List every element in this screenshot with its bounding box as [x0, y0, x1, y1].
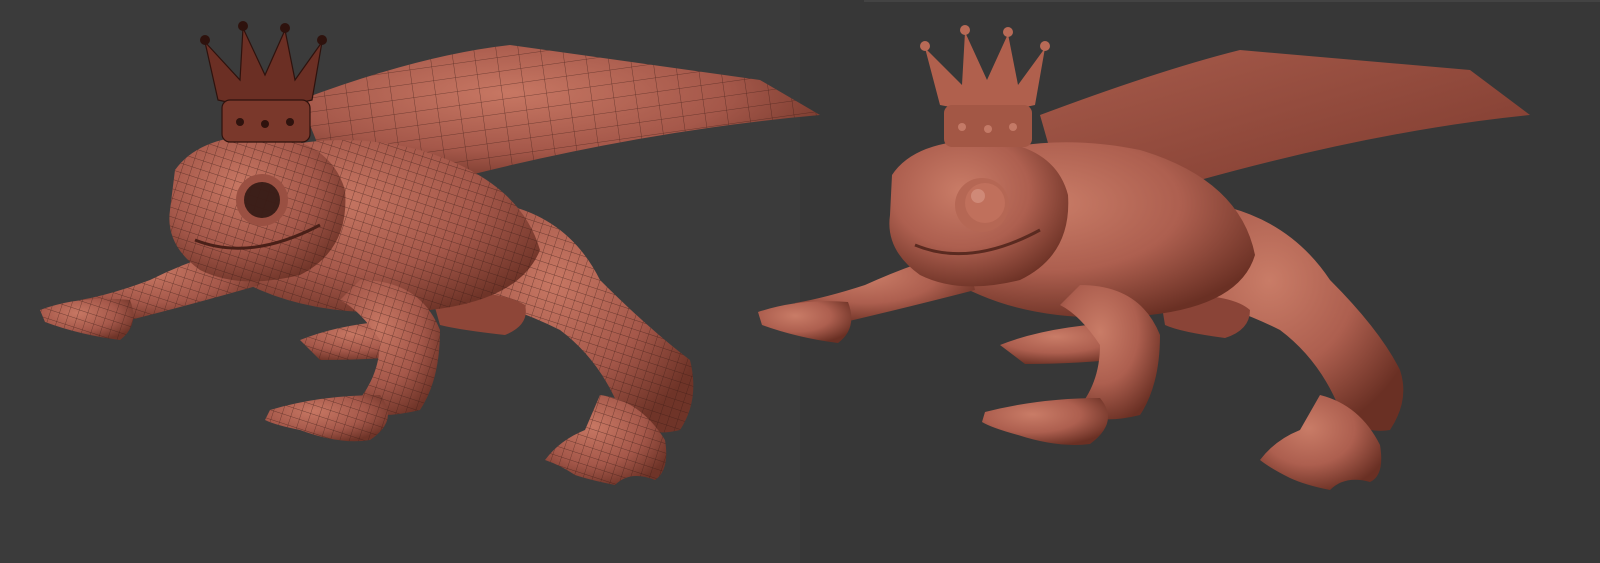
frog-wireframe-model	[40, 21, 820, 485]
viewport-stage	[0, 0, 1600, 563]
render-canvas	[40, 21, 1530, 490]
crown-wireframe	[203, 27, 323, 107]
frog-shaded-model	[758, 25, 1530, 490]
crown-shaded	[925, 32, 1045, 111]
